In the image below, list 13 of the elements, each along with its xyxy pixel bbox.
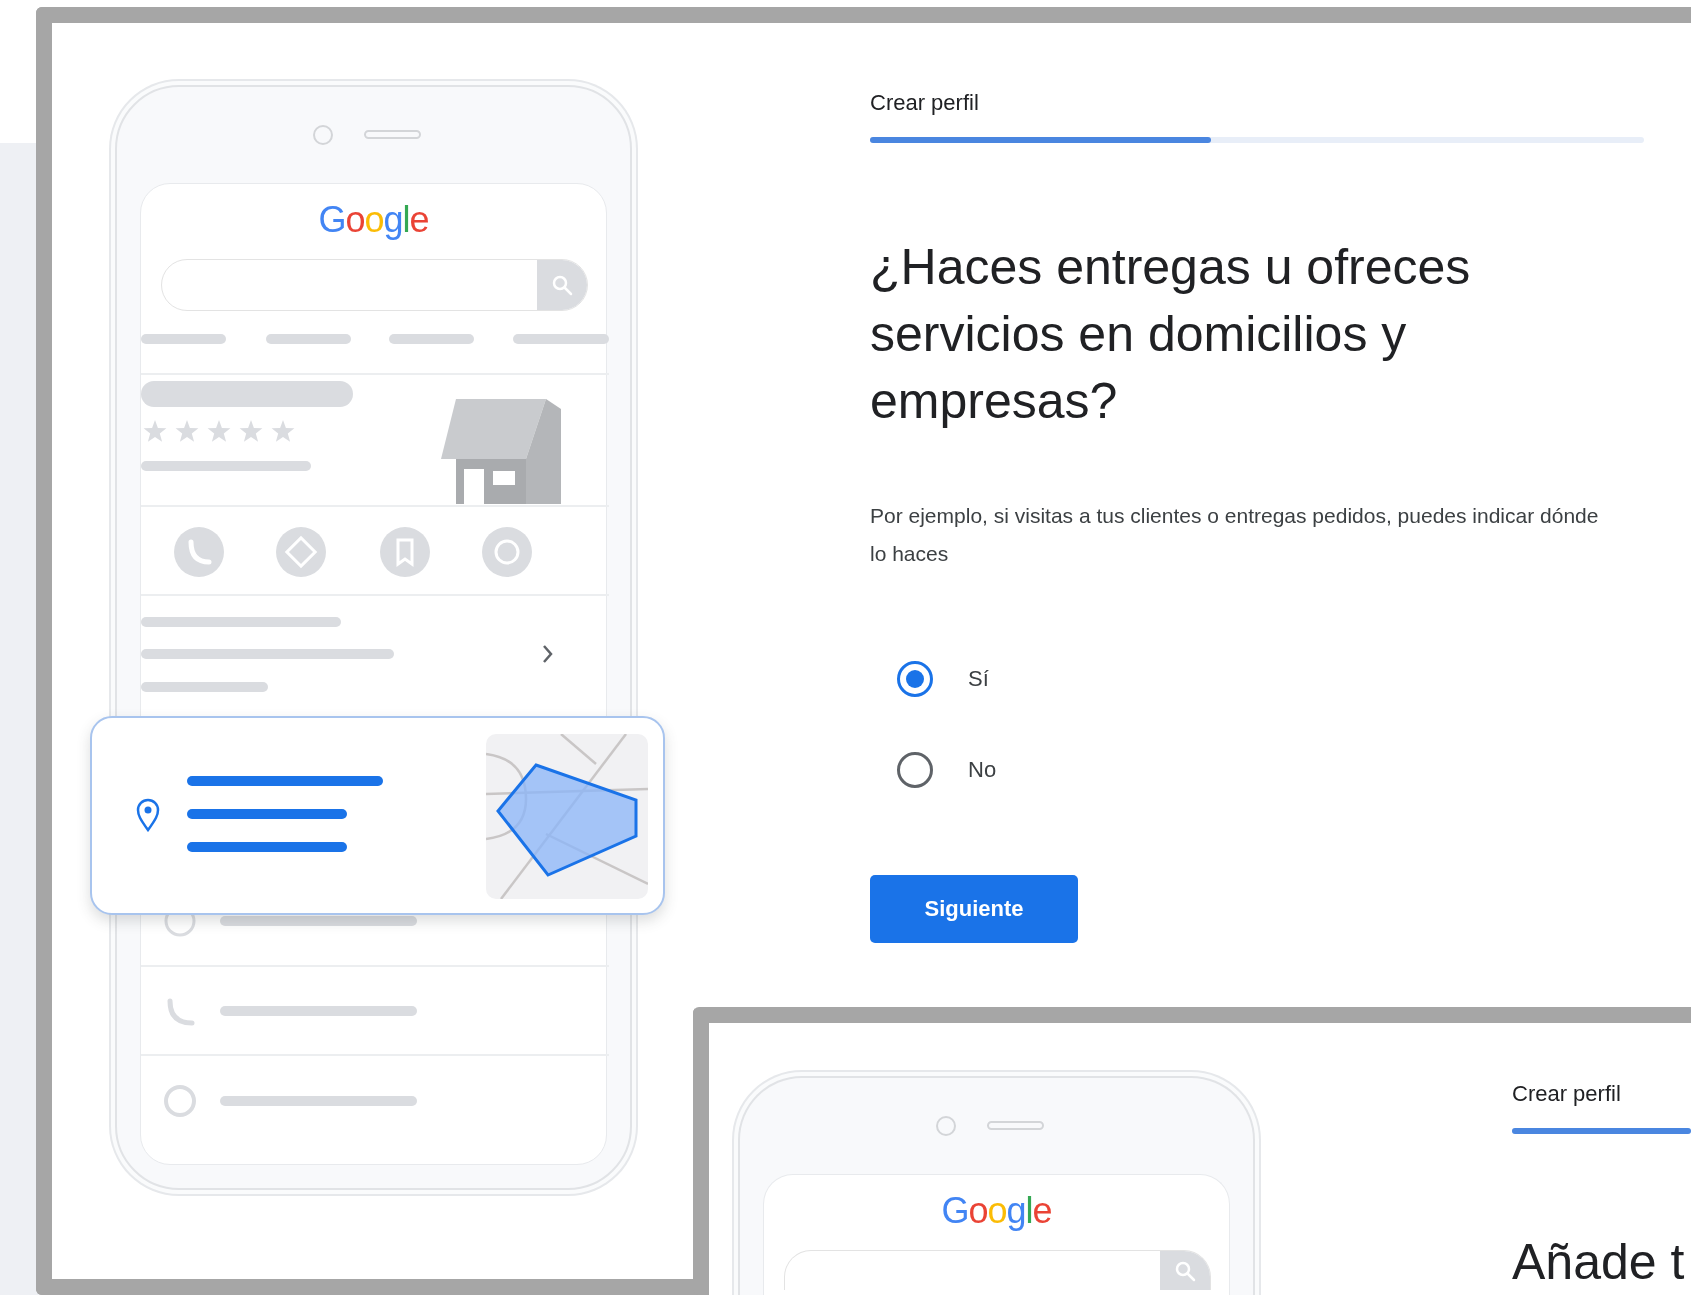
question-heading: Añade t	[1512, 1233, 1686, 1292]
next-button[interactable]: Siguiente	[870, 875, 1078, 943]
radio-label: No	[968, 756, 997, 783]
radio-label: Sí	[968, 665, 989, 692]
step-title: Crear perfil	[1512, 1080, 1621, 1108]
google-logo: Google	[317, 198, 430, 242]
step-title: Crear perfil	[870, 89, 979, 117]
location-pin-icon	[135, 798, 161, 832]
radio-button[interactable]	[897, 751, 933, 788]
question-heading: ¿Haces entregas u ofreces servicios en domicilios y empresas?	[870, 238, 1472, 431]
radio-button[interactable]	[897, 660, 933, 697]
question-description: Por ejemplo, si visitas a tus clientes o entregas pedidos, puedes indicar dónde lo haces	[870, 503, 1600, 567]
google-logo: Google	[940, 1189, 1053, 1233]
